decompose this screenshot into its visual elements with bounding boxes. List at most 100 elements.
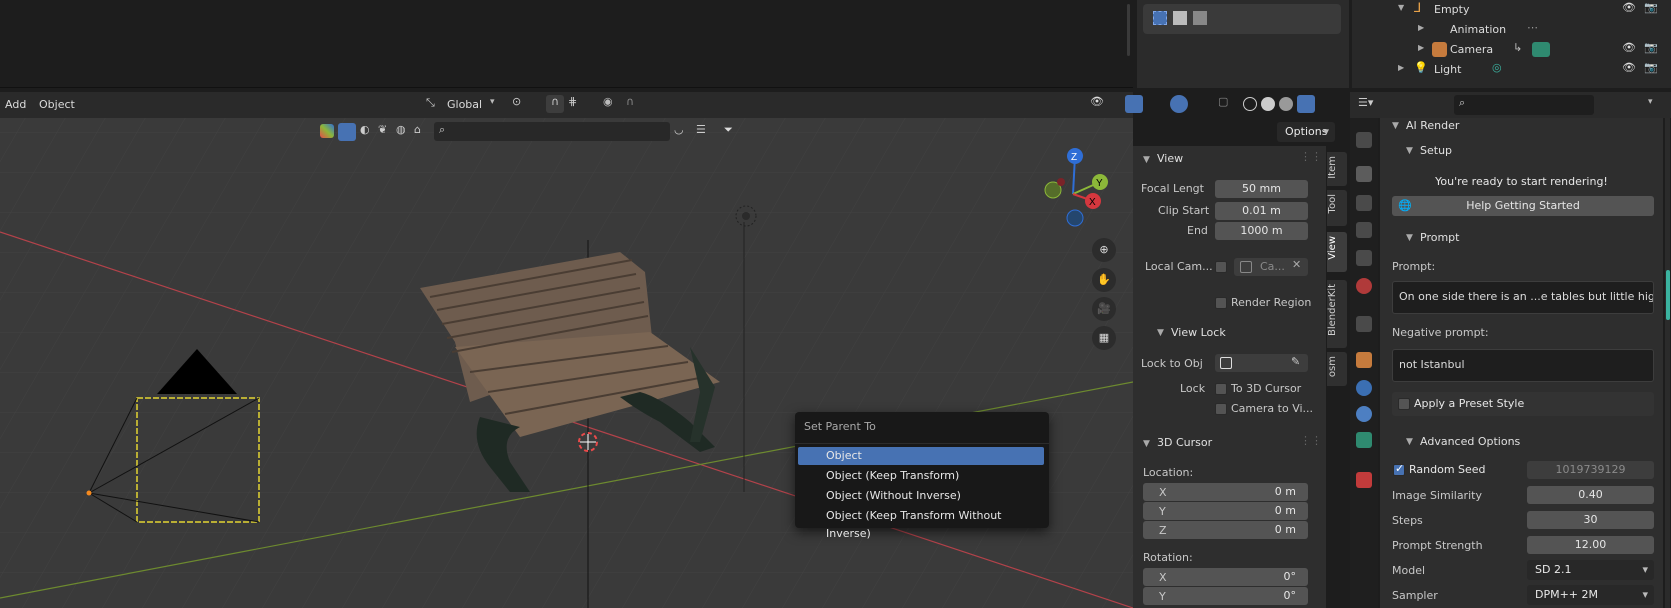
steps-field[interactable]: 30 bbox=[1527, 511, 1654, 529]
help-getting-started-button[interactable]: Help Getting Started bbox=[1392, 196, 1654, 216]
image-similarity-field[interactable]: 0.40 bbox=[1527, 486, 1654, 504]
overlay-toggle-icon[interactable] bbox=[1170, 95, 1188, 113]
editor-type-icon[interactable]: ☰▾ bbox=[1358, 96, 1373, 109]
chevron-down-icon[interactable]: ▼ bbox=[1143, 155, 1150, 165]
random-seed-checkbox[interactable] bbox=[1393, 462, 1405, 476]
transform-orientation-dropdown[interactable]: Global bbox=[447, 98, 482, 111]
menu-object[interactable]: Object bbox=[39, 98, 75, 111]
scene-icon[interactable]: ⌂ bbox=[414, 123, 421, 136]
cursor-y-field[interactable]: 0 m bbox=[1143, 502, 1308, 520]
falloff-curve-icon[interactable]: ∩ bbox=[626, 95, 634, 108]
clip-end-field[interactable]: 1000 m bbox=[1215, 222, 1308, 240]
camera-view-icon[interactable]: 🎥 bbox=[1092, 297, 1116, 321]
shading-rendered-icon[interactable] bbox=[1297, 95, 1315, 113]
camera-render-icon[interactable]: 📷 bbox=[1644, 1, 1658, 14]
expand-right-icon[interactable]: ▶ bbox=[1418, 43, 1424, 52]
snap-target-icon[interactable]: ⋕ bbox=[568, 95, 577, 108]
clear-field-icon[interactable]: ✕ bbox=[1292, 258, 1301, 271]
modifier-icon[interactable] bbox=[1356, 380, 1372, 396]
ortho-grid-icon[interactable]: ▦ bbox=[1092, 326, 1116, 350]
scroll-thumb[interactable] bbox=[1666, 270, 1670, 320]
visibility-selector-icon[interactable]: 👁 bbox=[1090, 95, 1104, 108]
tool-settings-icon[interactable] bbox=[1356, 132, 1372, 148]
gizmo-toggle-icon[interactable] bbox=[1125, 95, 1143, 113]
eye-icon[interactable]: 👁 bbox=[1622, 61, 1636, 74]
zoom-icon[interactable]: ⊕ bbox=[1092, 238, 1116, 262]
snap-magnet-icon[interactable]: ∩ bbox=[546, 95, 564, 113]
object-data-icon[interactable] bbox=[1356, 432, 1372, 448]
xray-toggle-icon[interactable]: ▢ bbox=[1218, 95, 1228, 108]
camera-render-icon[interactable]: 📷 bbox=[1644, 61, 1658, 74]
apply-preset-style-checkbox[interactable] bbox=[1398, 398, 1410, 410]
setup-header[interactable]: Setup bbox=[1420, 144, 1452, 157]
object-color-icon[interactable] bbox=[320, 124, 334, 138]
expand-right-icon[interactable]: ▶ bbox=[1398, 63, 1404, 72]
tab-view[interactable]: View bbox=[1327, 232, 1347, 272]
negative-prompt-input[interactable]: not Istanbul bbox=[1392, 349, 1654, 382]
view-lock-header[interactable]: View Lock bbox=[1171, 326, 1226, 339]
menu-item-object-keep-transform-without-inverse[interactable]: Object (Keep Transform Without Inverse) bbox=[798, 507, 1044, 540]
pivot-point-icon[interactable]: ⊙ bbox=[512, 95, 521, 108]
select-extend-icon[interactable] bbox=[1173, 11, 1187, 25]
view-panel-header[interactable]: View bbox=[1157, 152, 1183, 165]
shading-material-icon[interactable] bbox=[1279, 97, 1293, 111]
object-properties-icon[interactable] bbox=[1356, 352, 1372, 368]
cursor-rot-x-field[interactable]: 0° bbox=[1143, 568, 1308, 586]
eye-icon[interactable]: 👁 bbox=[1622, 1, 1636, 14]
cursor-x-field[interactable]: 0 m bbox=[1143, 483, 1308, 501]
camera-render-icon[interactable]: 📷 bbox=[1644, 41, 1658, 54]
camera-to-view-checkbox[interactable] bbox=[1215, 403, 1227, 415]
shading-wireframe-icon[interactable] bbox=[1243, 97, 1257, 111]
material-ball-icon[interactable]: ◍ bbox=[396, 123, 406, 136]
drag-handle-icon[interactable]: ⋮⋮ bbox=[1300, 434, 1322, 447]
options-dropdown[interactable]: Options bbox=[1277, 122, 1335, 142]
menu-item-object-keep-transform[interactable]: Object (Keep Transform) bbox=[798, 467, 1044, 485]
curve-icon[interactable]: ❦ bbox=[378, 123, 387, 136]
prompt-strength-field[interactable]: 12.00 bbox=[1527, 536, 1654, 554]
tab-item[interactable]: Item bbox=[1327, 152, 1347, 186]
prompt-header[interactable]: Prompt bbox=[1420, 231, 1459, 244]
chevron-down-icon[interactable]: ▼ bbox=[1157, 328, 1164, 338]
menu-item-object[interactable]: Object bbox=[798, 447, 1044, 465]
render-properties-icon[interactable] bbox=[1356, 166, 1372, 182]
eyedropper-icon[interactable]: ✎ bbox=[1291, 355, 1300, 368]
world-properties-icon[interactable] bbox=[1356, 278, 1372, 294]
scene-properties-icon[interactable] bbox=[1356, 250, 1372, 266]
cursor-rot-y-field[interactable]: 0° bbox=[1143, 587, 1308, 605]
outliner-row-light[interactable]: ▶ 💡 Light ◎ 👁 📷 bbox=[1352, 60, 1671, 80]
outliner-row-empty[interactable]: ▼ ⅃ Empty 👁 📷 bbox=[1352, 0, 1671, 20]
top-editor-scrollbar[interactable] bbox=[1127, 4, 1130, 56]
model-dropdown[interactable]: SD 2.1 bbox=[1527, 560, 1654, 580]
chevron-down-icon[interactable]: ▼ bbox=[1392, 121, 1399, 131]
chevron-down-icon[interactable]: ▼ bbox=[1143, 439, 1150, 449]
proportional-edit-icon[interactable]: ◉ bbox=[603, 95, 613, 108]
cursor-z-field[interactable]: 0 m bbox=[1143, 521, 1308, 539]
sampler-dropdown[interactable]: DPM++ 2M bbox=[1527, 585, 1654, 605]
constraint-icon[interactable] bbox=[1356, 406, 1372, 422]
filter-funnel-icon[interactable]: ⏷ bbox=[724, 123, 733, 137]
chevron-down-icon[interactable]: ▼ bbox=[1406, 146, 1413, 156]
tab-osm[interactable]: osm bbox=[1327, 352, 1347, 386]
eye-icon[interactable]: 👁 bbox=[1622, 41, 1636, 54]
outliner-row-camera[interactable]: ▶ Camera ↳ 👁 📷 bbox=[1352, 40, 1671, 60]
outliner-row-animation[interactable]: ▶ Animation ⋯ bbox=[1352, 20, 1671, 40]
filter-toggle-icon[interactable]: ◡ bbox=[674, 123, 684, 136]
chevron-down-icon[interactable]: ▼ bbox=[1406, 437, 1413, 447]
selection-mode-buttons[interactable] bbox=[1143, 4, 1341, 34]
viewport-3d[interactable]: Z Y X ⊕ ✋ 🎥 ▦ bbox=[0, 92, 1133, 608]
collection-icon[interactable] bbox=[1356, 316, 1372, 332]
output-properties-icon[interactable] bbox=[1356, 195, 1372, 211]
shading-solid-icon[interactable] bbox=[1261, 97, 1275, 111]
random-seed-field[interactable]: 1019739129 bbox=[1527, 461, 1654, 479]
select-new-icon[interactable] bbox=[1153, 11, 1167, 25]
viewport-search-field[interactable]: ⌕ bbox=[434, 122, 670, 141]
expand-down-icon[interactable]: ▼ bbox=[1398, 3, 1404, 12]
chevron-down-icon[interactable]: ▾ bbox=[490, 97, 495, 107]
advanced-options-header[interactable]: Advanced Options bbox=[1420, 435, 1520, 448]
properties-search-field[interactable]: ⌕ bbox=[1454, 95, 1594, 115]
navigation-gizmo[interactable]: Z Y X bbox=[1035, 146, 1115, 236]
local-camera-checkbox[interactable] bbox=[1215, 261, 1227, 273]
render-region-checkbox[interactable] bbox=[1215, 297, 1227, 309]
lock-to-3d-cursor-checkbox[interactable] bbox=[1215, 383, 1227, 395]
properties-scrollbar[interactable] bbox=[1665, 118, 1670, 608]
